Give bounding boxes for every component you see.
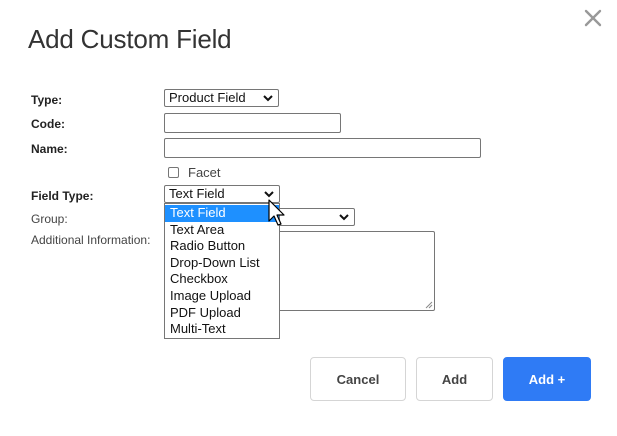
- close-icon: [584, 9, 602, 27]
- name-label: Name:: [31, 142, 68, 156]
- facet-label: Facet: [188, 165, 221, 180]
- field-type-dropdown-list: Text Field Text Area Radio Button Drop-D…: [164, 203, 280, 339]
- type-select[interactable]: Product Field: [164, 89, 279, 107]
- dropdown-option[interactable]: Checkbox: [165, 271, 279, 288]
- chevron-down-icon: [263, 95, 273, 102]
- add-button[interactable]: Add: [416, 357, 493, 401]
- dialog-title: Add Custom Field: [28, 24, 232, 54]
- type-select-value: Product Field: [169, 90, 246, 105]
- additional-information-label: Additional Information:: [31, 233, 151, 247]
- dropdown-option[interactable]: Text Area: [165, 222, 279, 239]
- dropdown-option[interactable]: Text Field: [165, 205, 279, 222]
- type-label: Type:: [31, 93, 63, 107]
- facet-checkbox[interactable]: [168, 167, 179, 178]
- resize-handle-icon[interactable]: [425, 301, 433, 309]
- add-plus-button[interactable]: Add +: [503, 357, 591, 401]
- name-input[interactable]: [164, 138, 481, 158]
- dropdown-option[interactable]: Drop-Down List: [165, 255, 279, 272]
- group-label: Group:: [31, 212, 68, 226]
- close-button[interactable]: [583, 8, 605, 30]
- dropdown-option[interactable]: Radio Button: [165, 238, 279, 255]
- field-type-select[interactable]: Text Field: [164, 185, 280, 203]
- field-type-select-value: Text Field: [169, 186, 225, 201]
- additional-information-textarea[interactable]: [275, 231, 435, 311]
- dropdown-option[interactable]: Multi-Text: [165, 321, 279, 338]
- dropdown-option[interactable]: PDF Upload: [165, 305, 279, 322]
- facet-checkbox-row[interactable]: Facet: [168, 165, 221, 180]
- field-type-label: Field Type:: [31, 189, 94, 203]
- code-label: Code:: [31, 117, 65, 131]
- mouse-cursor-icon: [268, 199, 285, 226]
- code-input[interactable]: [164, 113, 341, 133]
- dropdown-option[interactable]: Image Upload: [165, 288, 279, 305]
- cancel-button[interactable]: Cancel: [310, 357, 406, 401]
- chevron-down-icon: [339, 214, 349, 221]
